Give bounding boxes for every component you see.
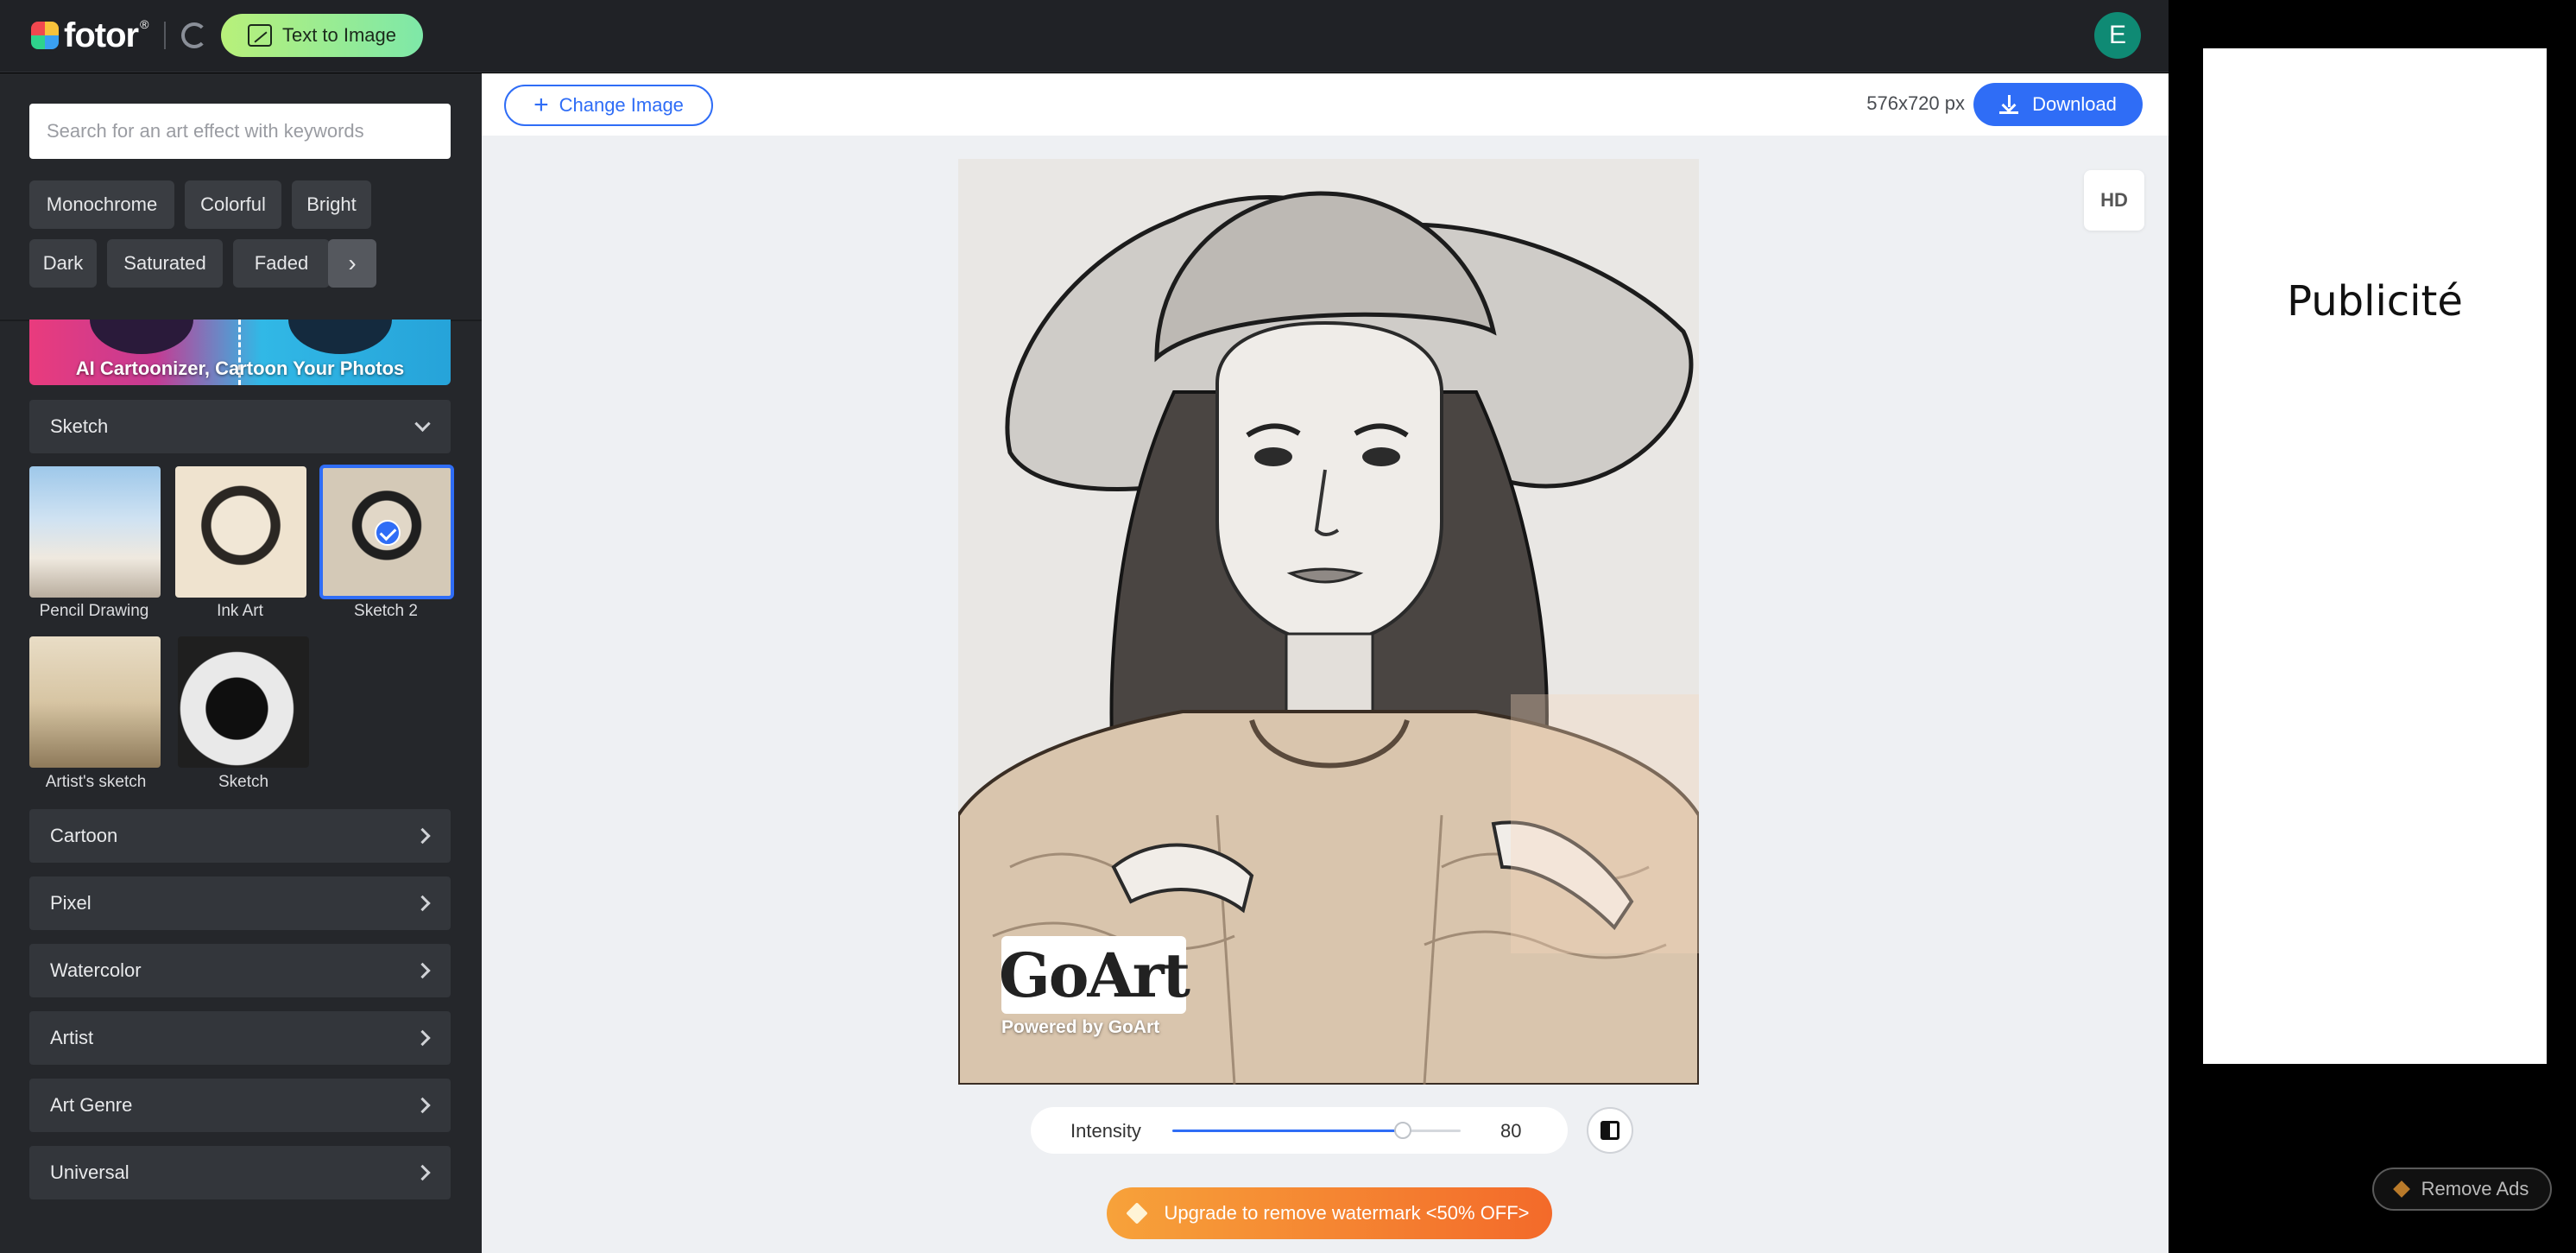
effect-label-pencil-drawing: Pencil Drawing [39,602,149,620]
effect-thumb-sketch-2[interactable] [319,465,454,599]
chevron-right-icon: › [348,250,357,276]
category-art-genre[interactable]: Art Genre [29,1079,451,1132]
text-to-image-label: Text to Image [281,24,397,46]
intensity-slider-fill [1172,1130,1404,1132]
chip-faded[interactable]: Faded [233,239,330,288]
category-universal[interactable]: Universal [29,1146,451,1199]
chip-dark[interactable]: Dark [29,239,97,288]
editor-main: + Change Image 576x720 px Download HD Go… [482,73,2169,1253]
category-label: Universal [50,1161,129,1183]
goart-watermark: GoArt Powered by GoArt [999,936,1190,1038]
category-label: Pixel [50,892,92,914]
banner-text: AI Cartoonizer, Cartoon Your Photos [75,358,405,379]
effect-search-box[interactable] [29,104,451,159]
effect-thumb-ink-art[interactable] [175,466,306,598]
remove-ads-button[interactable]: Remove Ads [2372,1168,2552,1211]
chips-more-button[interactable]: › [328,239,376,288]
banner-face-right [288,320,392,354]
plus-icon: + [534,91,549,119]
remove-ads-label: Remove Ads [2421,1178,2529,1199]
change-image-button[interactable]: + Change Image [504,85,713,126]
ad-column: Publicité Remove Ads [2169,0,2576,1253]
effects-sidebar: Monochrome Colorful Bright Dark Saturate… [0,73,482,1253]
effect-thumb-artists-sketch[interactable] [29,636,161,768]
intensity-control: Intensity 80 [1031,1107,1568,1154]
chevron-right-icon [414,1097,431,1114]
intensity-slider[interactable] [1172,1122,1461,1139]
chip-monochrome[interactable]: Monochrome [29,180,174,229]
category-label: Artist [50,1027,94,1048]
category-pixel[interactable]: Pixel [29,876,451,930]
compare-icon [1601,1121,1619,1140]
chevron-right-icon [414,895,431,912]
effect-thumb-pencil-drawing[interactable] [29,466,161,598]
chevron-right-icon [414,827,431,845]
image-dimensions: 576x720 px [1866,92,1965,114]
effect-thumb-sketch[interactable] [178,636,309,768]
intensity-label: Intensity [1070,1120,1141,1142]
intensity-value: 80 [1500,1120,1522,1142]
top-bar: fotor ® Text to Image E [0,0,2169,73]
change-image-label: Change Image [559,94,684,116]
chip-saturated[interactable]: Saturated [107,239,223,288]
category-sketch-label: Sketch [50,415,109,437]
image-preview: GoArt Powered by GoArt [958,159,1699,1085]
fotor-logo[interactable]: fotor ® [31,16,208,55]
banner-face-left [90,320,193,354]
download-icon [1999,95,2019,114]
logo-divider [164,22,167,49]
category-label: Cartoon [50,825,118,846]
category-label: Watercolor [50,959,142,981]
chip-colorful[interactable]: Colorful [185,180,281,229]
effect-search-input[interactable] [47,120,433,142]
chevron-right-icon [414,1029,431,1047]
diamond-icon [2392,1180,2410,1198]
user-avatar[interactable]: E [2094,12,2141,59]
selected-check-icon [375,520,401,546]
chevron-right-icon [414,962,431,979]
ad-label: Publicité [2287,277,2463,326]
effect-label-artists-sketch: Artist's sketch [45,773,147,791]
effect-label-sketch-2: Sketch 2 [354,602,418,620]
category-artist[interactable]: Artist [29,1011,451,1065]
editor-toolbar: + Change Image 576x720 px Download [482,73,2169,136]
category-cartoon[interactable]: Cartoon [29,809,451,863]
download-button[interactable]: Download [1973,83,2143,126]
logo-registered-mark: ® [140,17,149,31]
ai-cartoonizer-banner[interactable]: AI Cartoonizer, Cartoon Your Photos [29,320,451,385]
category-label: Art Genre [50,1094,133,1116]
chevron-down-icon [414,415,431,432]
effect-label-sketch: Sketch [218,773,269,791]
chevron-right-icon [414,1164,431,1181]
fotor-logo-icon [31,22,59,49]
logo-text: fotor [64,16,139,54]
chip-bright[interactable]: Bright [292,180,371,229]
text-to-image-button[interactable]: Text to Image [221,14,423,57]
hd-button[interactable]: HD [2084,170,2144,231]
text-to-image-icon [247,24,272,47]
diamond-icon [1126,1202,1149,1225]
partner-logo-icon [181,22,208,48]
watermark-logo: GoArt [999,936,1190,1014]
ad-box[interactable]: Publicité [2203,48,2547,1064]
compare-button[interactable] [1587,1107,1633,1154]
watermark-caption: Powered by GoArt [1001,1017,1160,1037]
category-sketch[interactable]: Sketch [29,400,451,453]
effect-label-ink-art: Ink Art [217,602,263,620]
upgrade-label: Upgrade to remove watermark <50% OFF> [1164,1202,1530,1224]
category-watercolor[interactable]: Watercolor [29,944,451,997]
intensity-slider-handle[interactable] [1394,1122,1412,1139]
upgrade-watermark-button[interactable]: Upgrade to remove watermark <50% OFF> [1107,1187,1552,1239]
download-label: Download [2032,93,2117,115]
